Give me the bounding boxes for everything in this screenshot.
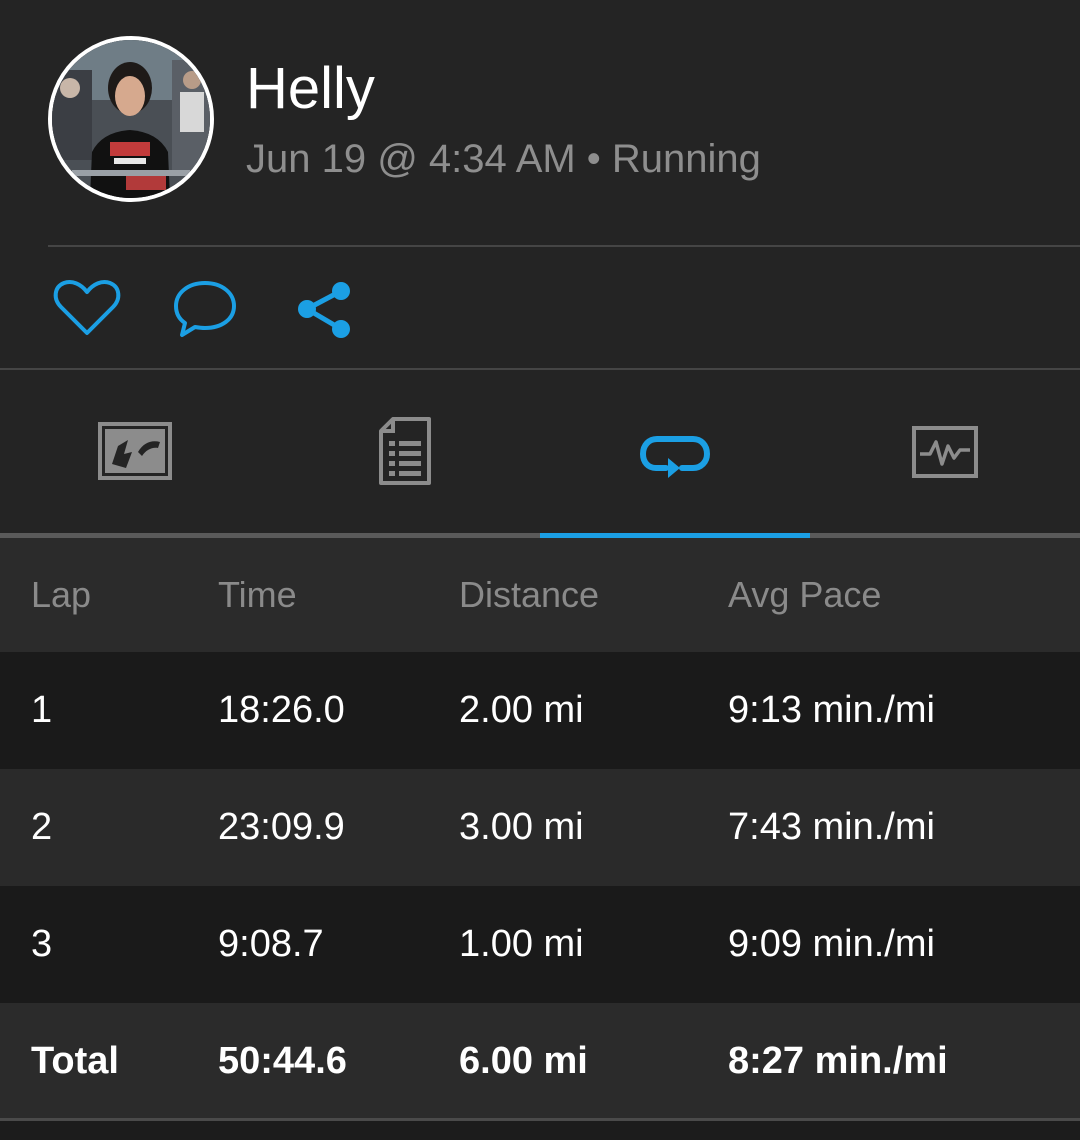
activity-tabs <box>0 370 1080 533</box>
table-row[interactable]: 3 9:08.7 1.00 mi 9:09 min./mi <box>0 886 1080 1003</box>
lap-distance: 3.00 mi <box>459 806 584 848</box>
lap-number: 1 <box>31 689 53 731</box>
total-distance: 6.00 mi <box>459 1039 588 1082</box>
lap-time: 18:26.0 <box>218 689 345 731</box>
footer-area <box>0 1121 1080 1140</box>
lap-distance: 1.00 mi <box>459 923 584 965</box>
tab-laps[interactable] <box>540 370 810 533</box>
lap-time: 23:09.9 <box>218 806 345 848</box>
column-header-lap: Lap <box>31 574 92 615</box>
like-button[interactable] <box>52 277 122 341</box>
activity-header: Helly Jun 19 @ 4:34 AM • Running <box>0 0 1080 246</box>
total-avg-pace: 8:27 min./mi <box>728 1039 948 1082</box>
username[interactable]: Helly <box>246 56 375 122</box>
share-icon <box>298 282 350 338</box>
activity-meta: Jun 19 @ 4:34 AM • Running <box>246 137 761 181</box>
comment-button[interactable] <box>170 277 240 341</box>
column-header-time: Time <box>218 574 297 615</box>
social-actions <box>0 247 1080 368</box>
lap-number: 3 <box>31 923 53 965</box>
table-row[interactable]: 1 18:26.0 2.00 mi 9:13 min./mi <box>0 652 1080 769</box>
heart-icon <box>53 280 121 335</box>
profile-photo <box>52 40 210 198</box>
total-time: 50:44.6 <box>218 1039 347 1082</box>
activity-chart-icon <box>912 426 978 478</box>
column-header-avg-pace: Avg Pace <box>728 574 882 615</box>
lap-avg-pace: 9:13 min./mi <box>728 689 935 731</box>
lap-avg-pace: 7:43 min./mi <box>728 806 935 848</box>
avatar[interactable] <box>48 36 214 202</box>
lap-number: 2 <box>31 806 53 848</box>
laps-loop-icon <box>639 436 711 478</box>
chat-bubble-icon <box>174 281 236 337</box>
tab-map[interactable] <box>0 370 270 533</box>
table-header-row: Lap Time Distance Avg Pace <box>0 538 1080 652</box>
tab-charts[interactable] <box>810 370 1080 533</box>
laps-table: Lap Time Distance Avg Pace 1 18:26.0 2.0… <box>0 538 1080 1119</box>
lap-time: 9:08.7 <box>218 923 324 965</box>
lap-distance: 2.00 mi <box>459 689 584 731</box>
map-icon <box>98 422 172 480</box>
lap-avg-pace: 9:09 min./mi <box>728 923 935 965</box>
tab-stats[interactable] <box>270 370 540 533</box>
column-header-distance: Distance <box>459 574 600 615</box>
table-row[interactable]: 2 23:09.9 3.00 mi 7:43 min./mi <box>0 769 1080 886</box>
total-label: Total <box>31 1039 119 1082</box>
table-total-row: Total 50:44.6 6.00 mi 8:27 min./mi <box>0 1003 1080 1119</box>
document-list-icon <box>379 417 431 485</box>
share-button[interactable] <box>290 277 360 341</box>
